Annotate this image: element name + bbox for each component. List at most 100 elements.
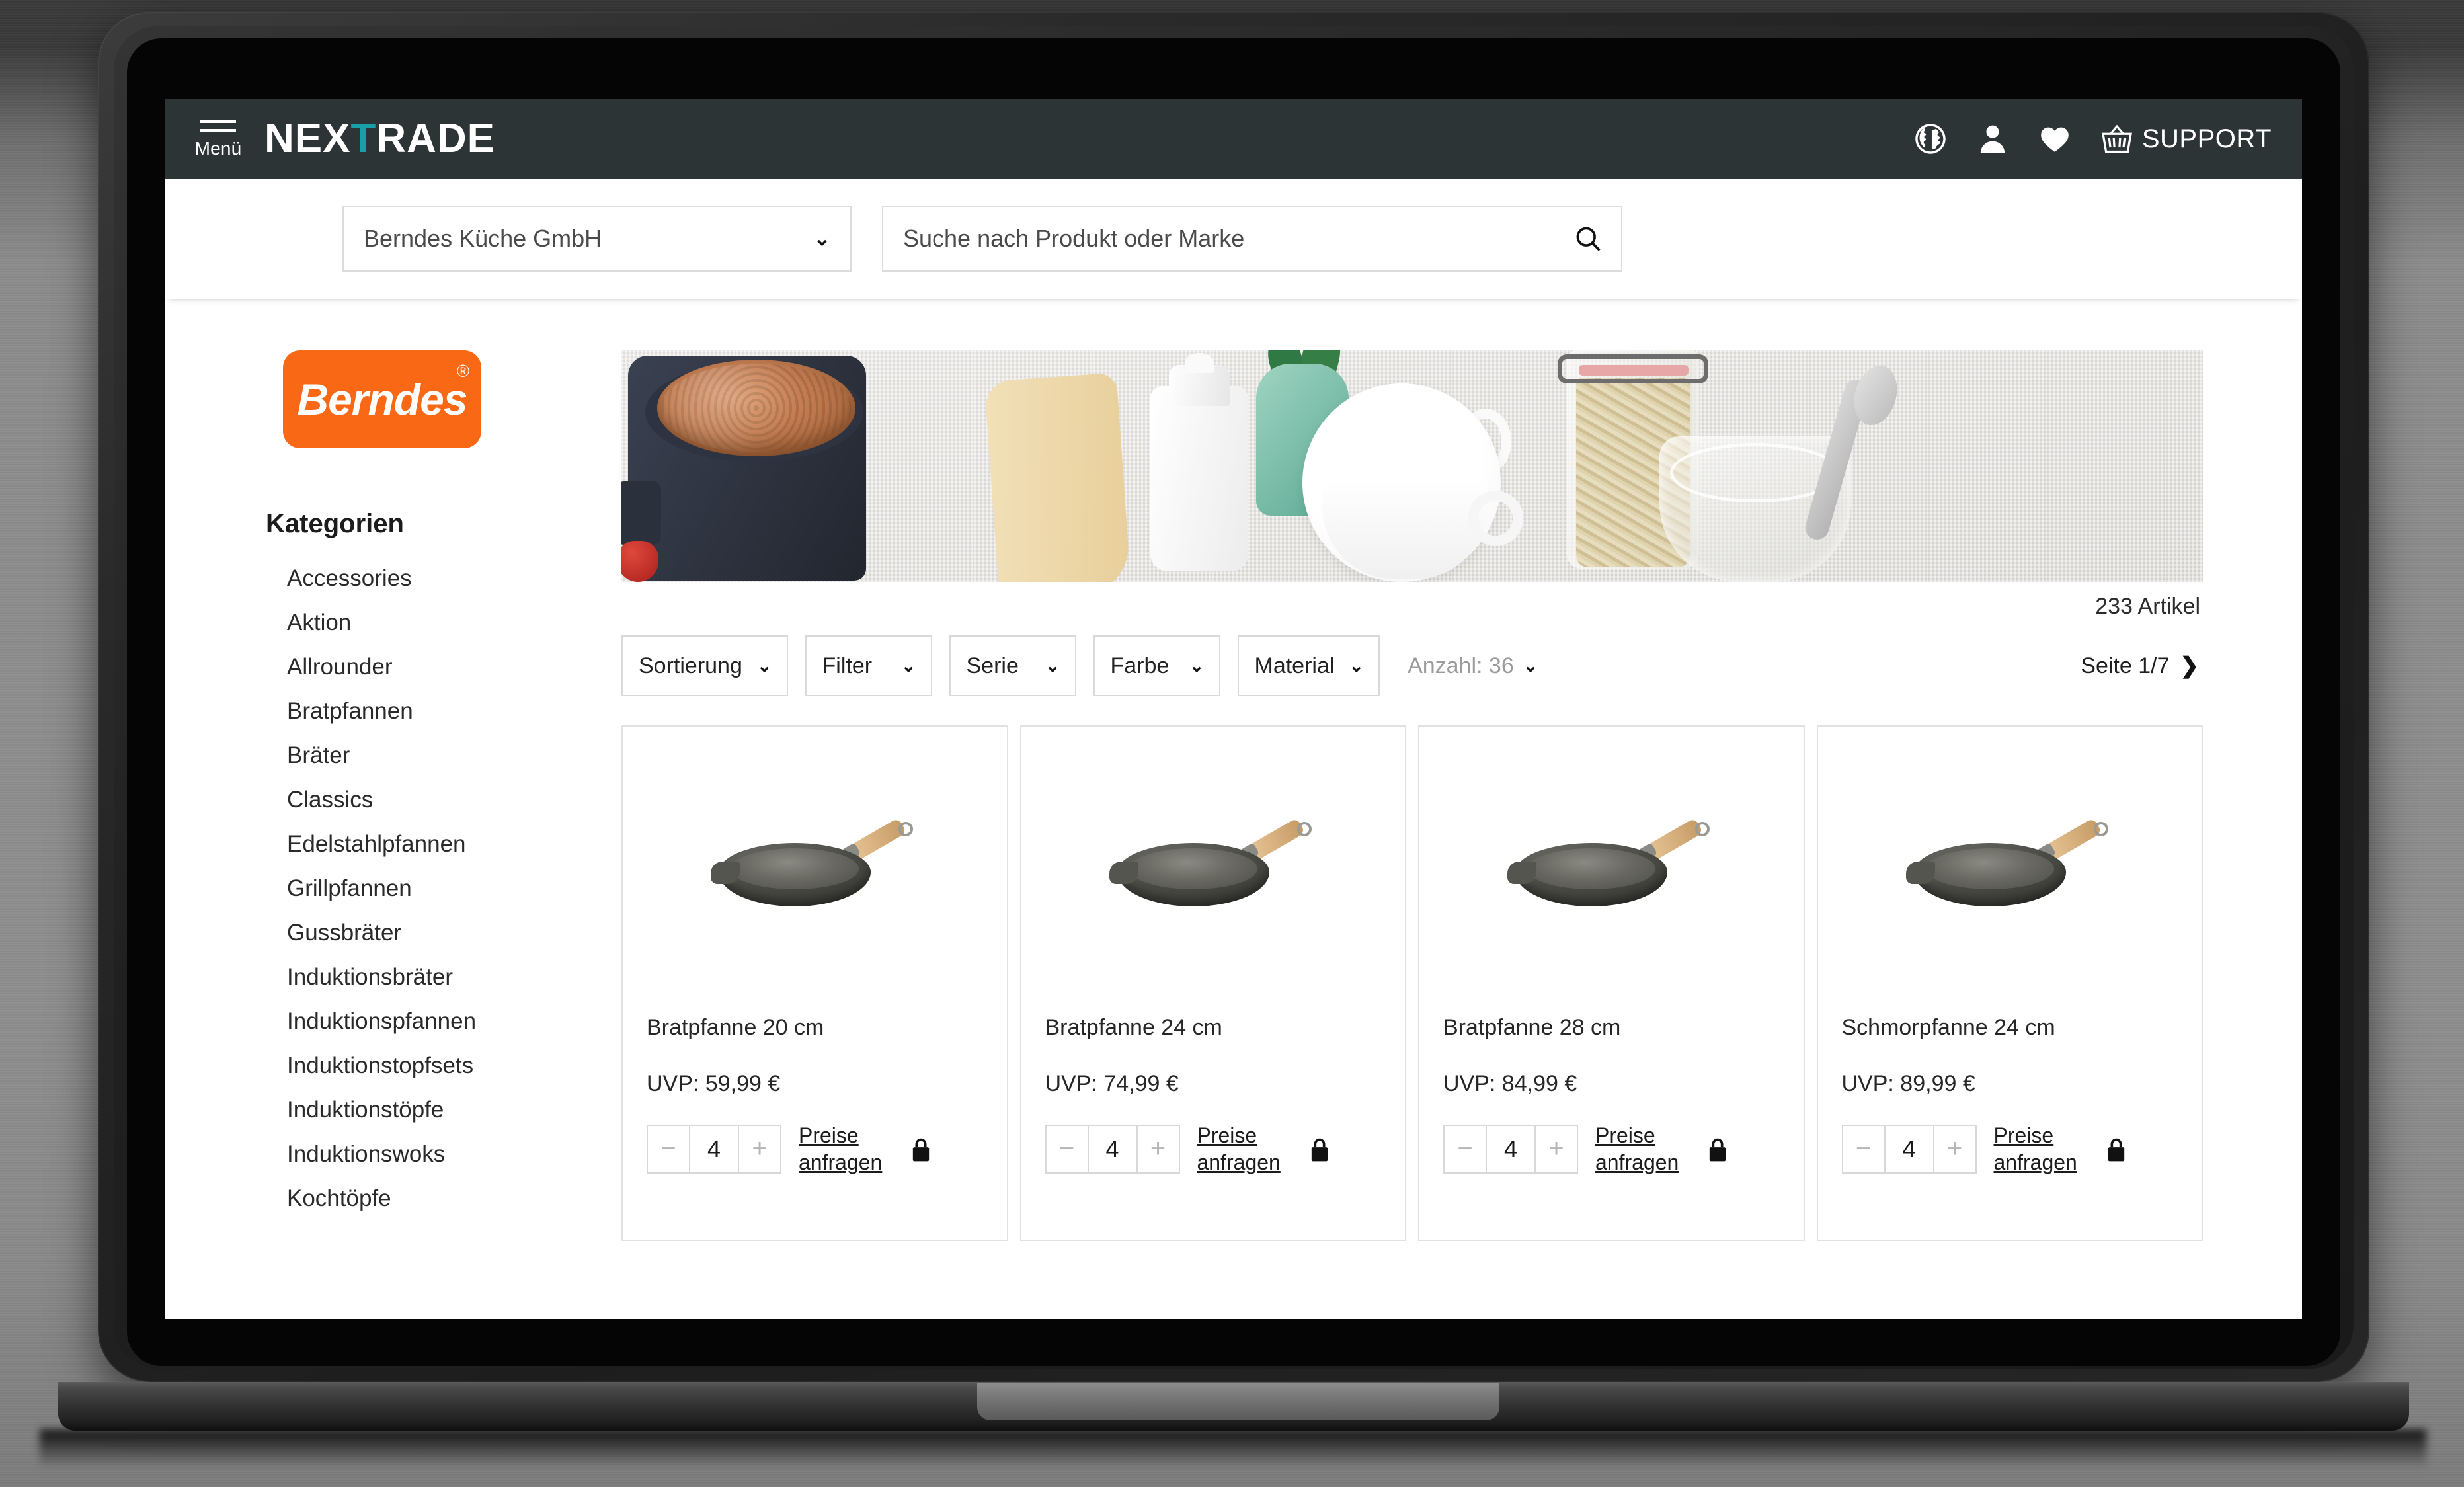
- product-card[interactable]: Schmorpfanne 24 cm UVP: 89,99 € − 4 + Pr…: [1816, 725, 2203, 1241]
- chevron-down-icon: ⌄: [1523, 655, 1538, 676]
- product-image: [1842, 727, 2178, 1011]
- laptop-shadow: [40, 1429, 2426, 1468]
- serie-dropdown[interactable]: Serie ⌄: [949, 635, 1076, 696]
- product-price: UVP: 84,99 €: [1443, 1071, 1577, 1096]
- quantity-stepper: − 4 +: [1841, 1124, 1977, 1174]
- search-icon[interactable]: [1573, 224, 1603, 253]
- quantity-value[interactable]: 4: [1486, 1125, 1536, 1172]
- quantity-decrement-button[interactable]: −: [648, 1126, 689, 1172]
- price-request-group: Preise anfragen: [799, 1122, 932, 1176]
- sortierung-label: Sortierung: [639, 653, 742, 678]
- product-price: UVP: 89,99 €: [1841, 1071, 1975, 1096]
- frying-pan-icon: [711, 817, 916, 912]
- quantity-stepper: − 4 +: [1045, 1124, 1180, 1174]
- menu-label: Menü: [194, 138, 242, 159]
- chevron-down-icon: ⌄: [813, 227, 830, 250]
- sidebar-item-grillpfannen[interactable]: Grillpfannen: [287, 866, 621, 910]
- sidebar-item-classics[interactable]: Classics: [287, 778, 621, 822]
- search-placeholder: Suche nach Produkt oder Marke: [903, 225, 1245, 252]
- product-grid: Bratpfanne 20 cm UVP: 59,99 € − 4 + Prei…: [621, 696, 2203, 1241]
- support-label: SUPPORT: [2141, 124, 2272, 153]
- quantity-value[interactable]: 4: [1087, 1125, 1138, 1172]
- quantity-increment-button[interactable]: +: [1934, 1126, 1975, 1172]
- product-image: [647, 727, 983, 1011]
- sidebar-item-induktionsbraeter[interactable]: Induktionsbräter: [287, 955, 621, 999]
- frying-pan-icon: [1109, 817, 1314, 912]
- basket-icon: [2100, 122, 2134, 156]
- banner-bread: [657, 360, 855, 456]
- sidebar-item-induktionstoepfe[interactable]: Induktionstöpfe: [287, 1088, 621, 1132]
- sidebar-item-gussbraeter[interactable]: Gussbräter: [287, 910, 621, 955]
- article-count: 233 Artikel: [2095, 594, 2200, 619]
- product-actions: − 4 + Preise anfragen: [647, 1122, 983, 1176]
- filter-dropdown[interactable]: Filter ⌄: [805, 635, 932, 696]
- price-request-link[interactable]: Preise anfragen: [799, 1122, 898, 1176]
- sidebar-item-aktion[interactable]: Aktion: [287, 600, 621, 645]
- quantity-increment-button[interactable]: +: [739, 1126, 780, 1172]
- filter-label: Filter: [822, 653, 873, 678]
- price-request-link[interactable]: Preise anfragen: [1197, 1122, 1296, 1176]
- banner-glass-jar-clip: [1558, 354, 1708, 383]
- product-image: [1443, 727, 1780, 1011]
- chevron-down-icon: ⌄: [1349, 655, 1365, 676]
- vendor-select[interactable]: Berndes Küche GmbH ⌄: [342, 206, 852, 272]
- banner-ceramic-jar: [1150, 386, 1248, 571]
- quantity-stepper: − 4 +: [1443, 1124, 1578, 1174]
- quantity-decrement-button[interactable]: −: [1047, 1126, 1088, 1172]
- serie-label: Serie: [966, 653, 1019, 678]
- quantity-decrement-button[interactable]: −: [1843, 1126, 1884, 1172]
- farbe-dropdown[interactable]: Farbe ⌄: [1093, 635, 1220, 696]
- banner-ceramic-jar-knob: [1185, 353, 1214, 373]
- material-dropdown[interactable]: Material ⌄: [1237, 635, 1380, 696]
- product-image: [1045, 727, 1382, 1011]
- quantity-increment-button[interactable]: +: [1536, 1126, 1577, 1172]
- sidebar-item-edelstahlpfannen[interactable]: Edelstahlpfannen: [287, 822, 621, 866]
- registered-mark-icon: ®: [456, 361, 469, 381]
- sidebar-item-induktionspfannen[interactable]: Induktionspfannen: [287, 999, 621, 1043]
- sidebar-item-accessories[interactable]: Accessories: [287, 556, 621, 600]
- product-card[interactable]: Bratpfanne 28 cm UVP: 84,99 € − 4 + Prei…: [1418, 725, 1805, 1241]
- quantity-value[interactable]: 4: [689, 1125, 739, 1172]
- chevron-down-icon: ⌄: [756, 655, 772, 676]
- sidebar-item-induktionstopfsets[interactable]: Induktionstopfsets: [287, 1043, 621, 1088]
- chevron-down-icon: ⌄: [1045, 655, 1060, 676]
- quantity-value[interactable]: 4: [1884, 1125, 1934, 1172]
- frying-pan-icon: [1905, 817, 2111, 912]
- price-request-link[interactable]: Preise anfragen: [1994, 1122, 2093, 1176]
- product-card[interactable]: Bratpfanne 24 cm UVP: 74,99 € − 4 + Prei…: [1019, 725, 1406, 1241]
- chevron-down-icon: ⌄: [900, 655, 916, 676]
- menu-button[interactable]: Menü: [188, 120, 249, 158]
- chevron-right-icon: ❯: [2180, 653, 2200, 678]
- sortierung-dropdown[interactable]: Sortierung ⌄: [621, 635, 788, 696]
- sidebar-item-induktionswoks[interactable]: Induktionswoks: [287, 1132, 621, 1176]
- search-band: Berndes Küche GmbH ⌄ Suche nach Produkt …: [165, 179, 2302, 299]
- globe-icon[interactable]: [1913, 122, 1948, 156]
- product-title: Bratpfanne 20 cm: [647, 1015, 824, 1040]
- search-input[interactable]: Suche nach Produkt oder Marke: [882, 206, 1622, 272]
- sidebar-item-bratpfannen[interactable]: Bratpfannen: [287, 689, 621, 733]
- nextrade-logo[interactable]: NEXTRADE: [264, 118, 495, 159]
- sidebar-item-kochtoepfe[interactable]: Kochtöpfe: [287, 1176, 621, 1221]
- pagination-next[interactable]: Seite 1/7 ❯: [2081, 653, 2203, 679]
- product-card[interactable]: Bratpfanne 20 cm UVP: 59,99 € − 4 + Prei…: [621, 725, 1008, 1241]
- article-count-row: 233 Artikel: [621, 582, 2203, 629]
- quantity-decrement-button[interactable]: −: [1445, 1126, 1486, 1172]
- product-actions: − 4 + Preise anfragen: [1045, 1122, 1382, 1176]
- support-button[interactable]: SUPPORT: [2100, 122, 2272, 156]
- price-request-link[interactable]: Preise anfragen: [1595, 1122, 1694, 1176]
- quantity-stepper: − 4 +: [647, 1124, 781, 1174]
- sidebar-item-braeter[interactable]: Bräter: [287, 733, 621, 778]
- hamburger-icon: [200, 120, 236, 138]
- lock-icon: [910, 1135, 932, 1164]
- brand-banner-image: [621, 350, 2203, 582]
- anzahl-dropdown[interactable]: Anzahl: 36 ⌄: [1408, 653, 1538, 679]
- banner-cup-handle: [1468, 491, 1523, 546]
- user-icon[interactable]: [1975, 122, 2010, 156]
- price-request-group: Preise anfragen: [1994, 1122, 2127, 1176]
- sidebar-item-allrounder[interactable]: Allrounder: [287, 645, 621, 689]
- berndes-logo[interactable]: Berndes ®: [283, 350, 481, 448]
- sidebar: Berndes ® Kategorien Accessories Aktion …: [165, 350, 621, 1319]
- heart-icon[interactable]: [2038, 122, 2072, 156]
- logo-part-rade: RADE: [376, 116, 496, 161]
- quantity-increment-button[interactable]: +: [1138, 1126, 1179, 1172]
